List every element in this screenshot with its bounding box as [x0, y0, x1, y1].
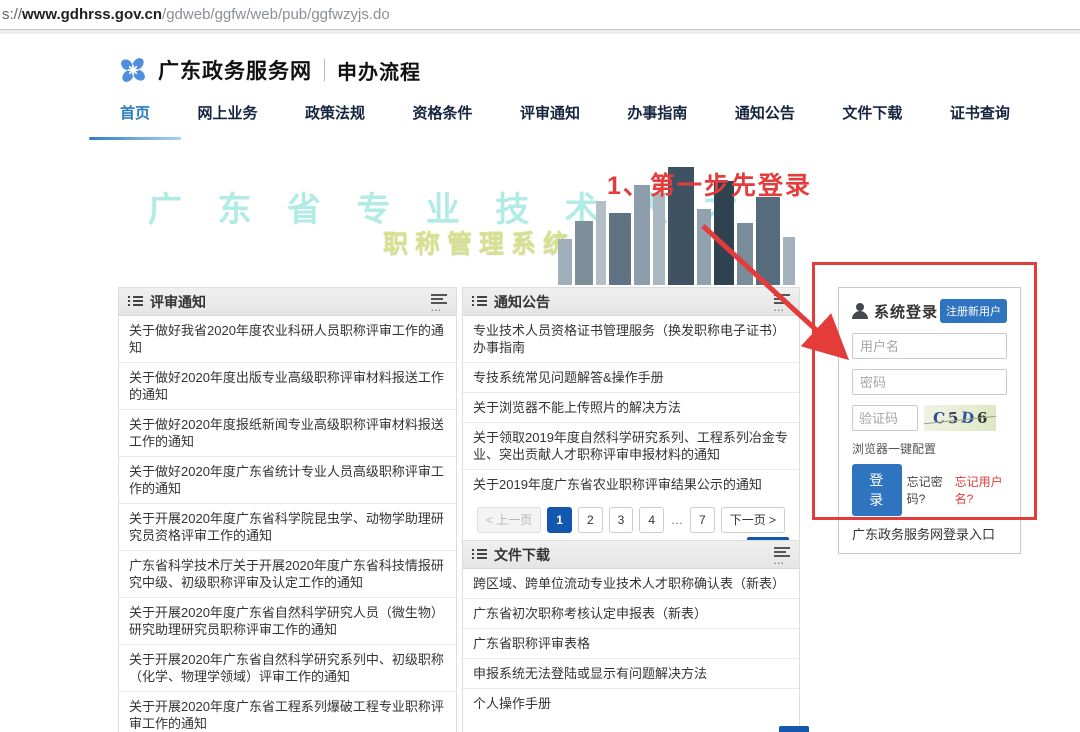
announcements-panel: 通知公告 ... 专业技术人员资格证书管理服务（换发职称电子证书）办事指南专技系… [462, 287, 800, 571]
captcha-char: 5 [947, 409, 959, 428]
downloads-list: 跨区域、跨单位流动专业技术人才职称确认表（新表）广东省初次职称考核认定申报表（新… [463, 569, 799, 718]
list-icon [128, 296, 143, 308]
notice-link[interactable]: 关于做好2020年度广东省统计专业人员高级职称评审工作的通知 [119, 457, 456, 504]
browser-config-link[interactable]: 浏览器一键配置 [852, 440, 1007, 457]
downloads-pagination: < 上一页 123 下一页 > 到第 页 转到 [469, 726, 793, 732]
review-notices-header: 评审通知 ... [119, 288, 456, 316]
downloads-panel: 文件下载 ... 跨区域、跨单位流动专业技术人才职称确认表（新表）广东省初次职称… [462, 540, 800, 732]
login-title: 系统登录 [874, 301, 938, 322]
download-link[interactable]: 申报系统无法登陆或显示有问题解决方法 [463, 659, 799, 689]
forgot-password-link[interactable]: 忘记密码? [907, 473, 950, 507]
page-number-button[interactable]: … [670, 508, 684, 532]
site-header: 广东政务服务网 申办流程 [118, 55, 421, 85]
main-nav: 首页 网上业务 政策法规 资格条件 评审通知 办事指南 通知公告 文件下载 证书… [120, 96, 1010, 140]
gov-portal-login-link[interactable]: 广东政务服务网登录入口 [852, 524, 1007, 543]
list-icon [472, 549, 487, 561]
captcha-row: C5D6 [852, 405, 1007, 431]
page-number-button[interactable]: 4 [639, 507, 664, 533]
downloads-header: 文件下载 ... [463, 541, 799, 569]
notice-link[interactable]: 关于2019年度广东省农业职称评审结果公示的通知 [463, 470, 799, 499]
annotation-step-text: 1、第一步先登录 [607, 166, 812, 202]
page-title: 申办流程 [337, 56, 421, 85]
site-name: 广东政务服务网 [158, 55, 312, 85]
nav-item[interactable]: 政策法规 [305, 96, 365, 140]
nav-item[interactable]: 评审通知 [520, 96, 580, 140]
login-row: 登录 忘记密码? 忘记用户名? [852, 464, 1007, 516]
downloads-jump-row: 到第 页 转到 [712, 726, 809, 732]
captcha-char: 6 [977, 409, 987, 427]
list-icon [472, 296, 487, 308]
jump-go-button[interactable]: 转到 [779, 726, 809, 732]
username-input[interactable] [852, 333, 1007, 359]
notice-link[interactable]: 关于做好2020年度出版专业高级职称评审材料报送工作的通知 [119, 363, 456, 410]
notice-link[interactable]: 关于开展2020年广东省自然科学研究系列中、初级职称（化学、物理学领域）评审工作… [119, 645, 456, 692]
announcements-pagination: < 上一页 1234…7 下一页 > [469, 507, 793, 533]
user-avatar-icon [852, 303, 868, 319]
notice-link[interactable]: 广东省科学技术厅关于开展2020年度广东省科技情报研究中级、初级职称评审及认定工… [119, 551, 456, 598]
more-icon[interactable]: ... [774, 547, 790, 563]
more-icon[interactable]: ... [774, 294, 790, 310]
notice-link[interactable]: 关于浏览器不能上传照片的解决方法 [463, 393, 799, 423]
login-button[interactable]: 登录 [852, 464, 902, 516]
captcha-char: C [932, 409, 945, 428]
review-notices-list: 关于做好我省2020年度农业科研人员职称评审工作的通知关于做好2020年度出版专… [119, 316, 456, 732]
page-number-button[interactable]: 2 [578, 507, 603, 533]
captcha-input[interactable] [852, 405, 918, 431]
url-path: /gdweb/ggfw/web/pub/ggfwzyjs.do [162, 6, 390, 23]
notice-link[interactable]: 关于开展2020年度广东省自然科学研究人员（微生物）研究助理研究员职称评审工作的… [119, 598, 456, 645]
captcha-char: D [960, 408, 975, 427]
announcements-header: 通知公告 ... [463, 288, 799, 316]
nav-item[interactable]: 通知公告 [735, 96, 795, 140]
download-link[interactable]: 跨区域、跨单位流动专业技术人才职称确认表（新表） [463, 569, 799, 599]
captcha-image[interactable]: C5D6 [924, 405, 996, 431]
notice-link[interactable]: 关于做好2020年度报纸新闻专业高级职称评审材料报送工作的通知 [119, 410, 456, 457]
url-prefix: s:// [2, 6, 22, 23]
nav-item[interactable]: 网上业务 [197, 96, 257, 140]
next-page-button[interactable]: 下一页 > [721, 507, 785, 533]
announcements-title: 通知公告 [494, 292, 550, 312]
notice-link[interactable]: 关于开展2020年度广东省工程系列爆破工程专业职称评审工作的通知 [119, 692, 456, 732]
password-input[interactable] [852, 369, 1007, 395]
prev-page-button[interactable]: < 上一页 [477, 507, 541, 533]
notice-link[interactable]: 专业技术人员资格证书管理服务（换发职称电子证书）办事指南 [463, 316, 799, 363]
nav-item[interactable]: 证书查询 [950, 96, 1010, 140]
url-domain: www.gdhrss.gov.cn [22, 6, 162, 23]
browser-url-bar[interactable]: s://www.gdhrss.gov.cn/gdweb/ggfw/web/pub… [0, 0, 1080, 30]
register-new-user-button[interactable]: 注册新用户 [940, 299, 1007, 323]
notice-link[interactable]: 专技系统常见问题解答&操作手册 [463, 363, 799, 393]
title-divider [324, 59, 325, 81]
page: s://www.gdhrss.gov.cn/gdweb/ggfw/web/pub… [0, 0, 1080, 732]
nav-item[interactable]: 资格条件 [412, 96, 472, 140]
forgot-username-link[interactable]: 忘记用户名? [955, 473, 1007, 507]
notice-link[interactable]: 关于开展2020年度广东省科学院昆虫学、动物学助理研究员资格评审工作的通知 [119, 504, 456, 551]
review-notices-title: 评审通知 [150, 292, 206, 312]
page-number-button[interactable]: 7 [690, 507, 715, 533]
notice-link[interactable]: 关于做好我省2020年度农业科研人员职称评审工作的通知 [119, 316, 456, 363]
download-link[interactable]: 个人操作手册 [463, 689, 799, 718]
download-link[interactable]: 广东省初次职称考核认定申报表（新表） [463, 599, 799, 629]
nav-item[interactable]: 办事指南 [627, 96, 687, 140]
nav-item[interactable]: 首页 [120, 96, 150, 140]
jump-prefix-label: 到第 [712, 728, 725, 732]
page-number-button[interactable]: 3 [609, 507, 634, 533]
page-number-button[interactable]: 1 [547, 507, 572, 533]
site-logo-icon [118, 55, 148, 85]
nav-item[interactable]: 文件下载 [842, 96, 902, 140]
review-notices-panel: 评审通知 ... 关于做好我省2020年度农业科研人员职称评审工作的通知关于做好… [118, 287, 457, 732]
notice-link[interactable]: 关于领取2019年度自然科学研究系列、工程系列冶金专业、突出贡献人才职称评审申报… [463, 423, 799, 470]
page-url[interactable]: s://www.gdhrss.gov.cn/gdweb/ggfw/web/pub… [2, 6, 390, 23]
downloads-title: 文件下载 [494, 545, 550, 565]
announcements-list: 专业技术人员资格证书管理服务（换发职称电子证书）办事指南专技系统常见问题解答&操… [463, 316, 799, 499]
more-icon[interactable]: ... [431, 294, 447, 310]
login-panel: 系统登录 注册新用户 C5D6 浏览器一键配置 登录 忘记密码? 忘记用户名? … [838, 287, 1021, 554]
download-link[interactable]: 广东省职称评审表格 [463, 629, 799, 659]
login-header: 系统登录 注册新用户 [852, 299, 1007, 323]
